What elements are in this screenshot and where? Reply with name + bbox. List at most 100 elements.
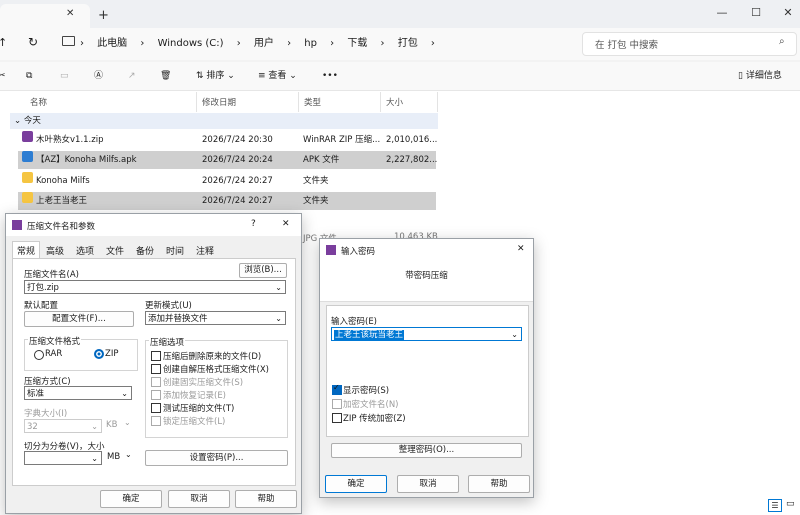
format-rar-radio[interactable] [34, 350, 44, 360]
password-value: 上老王该玩当老王 [334, 330, 405, 340]
more-button[interactable]: ••• [322, 67, 338, 85]
tab-time[interactable]: 时间 [166, 244, 184, 257]
tab-advanced[interactable]: 高级 [46, 244, 64, 257]
profiles-button[interactable]: 配置文件(F)... [24, 311, 134, 327]
file-row[interactable]: 木叶熟女v1.1.zip 2026/7/24 20:30 WinRAR ZIP … [18, 131, 437, 149]
file-row[interactable]: Konoha Milfs 2026/7/24 20:27 文件夹 [18, 172, 436, 190]
close-icon[interactable]: ✕ [517, 244, 525, 254]
tab-close-icon[interactable]: ✕ [66, 8, 74, 19]
view-button[interactable]: ≡ 查看 ⌄ [258, 67, 297, 85]
method-select[interactable]: 标准 ⌄ [24, 386, 132, 400]
show-password-checkbox[interactable] [332, 383, 342, 395]
refresh-icon[interactable]: ↻ [28, 35, 38, 49]
breadcrumb-item[interactable]: hp [304, 38, 317, 49]
test-files-checkbox[interactable] [151, 403, 161, 413]
up-arrow-icon[interactable]: ↑ [0, 36, 7, 49]
breadcrumb-item[interactable]: 用户 [254, 38, 274, 49]
details-button[interactable]: ▯ 详细信息 [738, 67, 782, 85]
explorer-tab[interactable]: ✕ [0, 4, 90, 28]
ok-button[interactable]: 确定 [100, 490, 162, 508]
breadcrumb-item[interactable]: Windows (C:) [158, 38, 224, 49]
delete-icon[interactable]: 🗑 [160, 67, 171, 85]
cut-icon[interactable]: ✂ [0, 67, 6, 85]
chevron-down-icon: ⌄ [124, 418, 131, 427]
file-row[interactable]: 【AZ】Konoha Milfs.apk 2026/7/24 20:24 APK… [18, 151, 438, 169]
monitor-icon[interactable] [62, 36, 75, 46]
paste-icon[interactable]: ▭ [60, 67, 69, 85]
tab-general[interactable]: 常规 [12, 241, 41, 259]
column-divider[interactable] [437, 92, 438, 112]
chevron-down-icon[interactable]: ⌄ [511, 328, 518, 342]
file-name: 【AZ】Konoha Milfs.apk [36, 155, 137, 165]
breadcrumb-item[interactable]: 下载 [347, 38, 367, 49]
update-mode-label: 更新模式(U) [145, 301, 192, 311]
update-mode-value: 添加并替换文件 [148, 314, 208, 324]
password-input[interactable]: 上老王该玩当老王 ⌄ [331, 327, 522, 341]
lock-archive-checkbox[interactable] [151, 416, 161, 426]
option-label: 压缩后删除原来的文件(D) [163, 352, 262, 362]
organize-passwords-button[interactable]: 整理密码(O)... [331, 443, 522, 458]
folder-icon [22, 172, 33, 183]
update-mode-select[interactable]: 添加并替换文件 ⌄ [145, 311, 286, 325]
zip-legacy-checkbox[interactable] [332, 413, 342, 423]
dialog-title: 输入密码 [341, 247, 376, 257]
column-divider[interactable] [380, 92, 381, 112]
close-icon[interactable]: ✕ [282, 219, 290, 229]
set-password-button[interactable]: 设置密码(P)... [145, 450, 288, 466]
encrypt-names-checkbox[interactable] [332, 399, 342, 409]
search-icon: ⌕ [779, 36, 785, 47]
new-tab-icon[interactable]: + [98, 8, 109, 23]
tab-options[interactable]: 选项 [76, 244, 94, 257]
copy-icon[interactable]: ⧉ [26, 67, 32, 85]
column-name[interactable]: 名称 [30, 96, 47, 108]
winrar-icon [326, 245, 336, 255]
breadcrumb-item[interactable]: 此电脑 [97, 38, 127, 49]
browse-button[interactable]: 浏览(B)... [239, 263, 287, 278]
help-button[interactable]: 帮助 [235, 490, 297, 508]
ok-button[interactable]: 确定 [325, 475, 387, 493]
minimize-icon[interactable]: — [712, 3, 732, 23]
sfx-checkbox[interactable] [151, 364, 161, 374]
sort-button[interactable]: ⇅ 排序 ⌄ [196, 67, 235, 85]
tab-files[interactable]: 文件 [106, 244, 124, 257]
split-size-input[interactable]: ⌄ [24, 451, 102, 465]
column-type[interactable]: 类型 [304, 96, 321, 108]
file-row[interactable]: 上老王当老王 2026/7/24 20:27 文件夹 [18, 192, 436, 210]
group-header[interactable]: ⌄ 今天 [10, 113, 438, 129]
maximize-icon[interactable]: ☐ [746, 3, 766, 23]
column-date[interactable]: 修改日期 [202, 96, 236, 108]
chevron-down-icon[interactable]: ⌄ [275, 281, 282, 295]
close-window-icon[interactable]: ✕ [778, 3, 798, 23]
password-label: 输入密码(E) [331, 317, 378, 327]
share-icon[interactable]: ↗ [128, 67, 136, 85]
tiles-view-icon[interactable]: ▭ [786, 499, 795, 509]
tab-comment[interactable]: 注释 [196, 244, 214, 257]
chevron-down-icon: ⌄ [91, 422, 98, 431]
breadcrumb-item[interactable]: 打包 [398, 38, 418, 49]
delete-after-checkbox[interactable] [151, 351, 161, 361]
cancel-button[interactable]: 取消 [168, 490, 230, 508]
solid-checkbox[interactable] [151, 377, 161, 387]
column-divider[interactable] [298, 92, 299, 112]
format-zip-radio[interactable] [94, 349, 104, 359]
rename-icon[interactable]: Ⓐ [94, 67, 103, 85]
breadcrumb-sep-icon: › [236, 38, 241, 49]
command-bar: ✂ ⧉ ▭ Ⓐ ↗ 🗑 ⇅ 排序 ⌄ ≡ 查看 ⌄ ••• ▯ 详细信息 [0, 62, 800, 91]
cancel-button[interactable]: 取消 [397, 475, 459, 493]
column-divider[interactable] [196, 92, 197, 112]
dict-size-select[interactable]: 32 ⌄ [24, 419, 102, 433]
file-size: 2,227,802... [386, 155, 438, 165]
column-size[interactable]: 大小 [386, 96, 403, 108]
breadcrumb[interactable]: › 此电脑 › Windows (C:) › 用户 › hp › 下载 › 打包… [80, 34, 600, 54]
search-input[interactable]: 在 打包 中搜索 ⌕ [582, 32, 797, 56]
filename-field[interactable]: 打包.zip ⌄ [24, 280, 286, 294]
option-label: 创建固实压缩文件(S) [163, 378, 244, 388]
chevron-down-icon[interactable]: ⌄ [125, 450, 132, 459]
default-profile-label: 默认配置 [24, 301, 59, 311]
recovery-record-checkbox[interactable] [151, 390, 161, 400]
chevron-down-icon[interactable]: ⌄ [91, 452, 98, 466]
details-view-icon[interactable]: ☰ [768, 499, 782, 512]
help-icon[interactable]: ? [251, 219, 256, 229]
tab-backup[interactable]: 备份 [136, 244, 154, 257]
help-button[interactable]: 帮助 [468, 475, 530, 493]
